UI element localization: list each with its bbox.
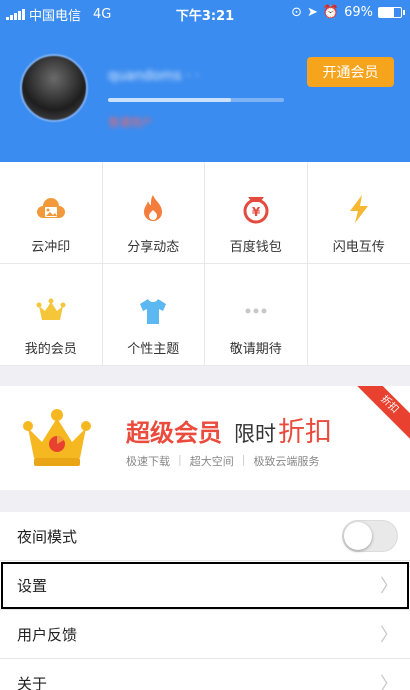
- level-progress-bar: [108, 98, 284, 102]
- grid-item-share-feed[interactable]: 分享动态: [102, 162, 205, 264]
- grid-item-cloud-print[interactable]: 云冲印: [0, 162, 103, 264]
- grid-item-label: 云冲印: [31, 240, 71, 255]
- grid-empty-cell: [307, 264, 410, 366]
- banner-title-mid: 限时: [234, 422, 276, 446]
- settings-list: 夜间模式 设置 〉 用户反馈 〉 关于 〉: [0, 512, 410, 690]
- wallet-icon: ¥: [239, 192, 273, 226]
- lightning-icon: [342, 192, 376, 226]
- open-vip-button[interactable]: 开通会员: [307, 57, 394, 87]
- discount-corner-tag: 折扣: [352, 386, 410, 442]
- night-mode-toggle[interactable]: [342, 520, 398, 552]
- feedback-label: 用户反馈: [17, 625, 78, 644]
- banner-feature: 极速下载: [126, 455, 170, 468]
- grid-item-label: 我的会员: [24, 342, 77, 357]
- chevron-right-icon: 〉: [380, 576, 398, 597]
- chevron-right-icon: 〉: [380, 674, 398, 690]
- feedback-row[interactable]: 用户反馈 〉: [0, 610, 410, 659]
- night-mode-row: 夜间模式: [0, 512, 410, 561]
- grid-item-baidu-wallet[interactable]: ¥ 百度钱包: [205, 162, 308, 264]
- settings-row[interactable]: 设置 〉: [0, 561, 410, 610]
- status-bar: 中国电信 4G 下午3:21 ⊙ ➤ ⏰ 69%: [0, 0, 410, 26]
- about-row[interactable]: 关于 〉: [0, 659, 410, 690]
- grid-item-flash-transfer[interactable]: 闪电互传: [307, 162, 410, 264]
- grid-item-label: 百度钱包: [229, 240, 282, 255]
- banner-title-bold: 超级会员: [126, 419, 222, 447]
- grid-item-label: 分享动态: [127, 240, 180, 255]
- rotation-lock-icon: ⊙: [291, 5, 302, 20]
- divider: |: [241, 453, 246, 466]
- avatar[interactable]: [20, 54, 88, 122]
- flame-icon: [136, 192, 170, 226]
- crown-icon: [22, 406, 92, 476]
- divider: |: [178, 453, 182, 466]
- alarm-icon: ⏰: [322, 5, 340, 20]
- member-status: 普通用户: [108, 116, 152, 129]
- banner-feature: 超大空间: [189, 455, 234, 468]
- banner-title-big: 折扣: [278, 417, 332, 448]
- location-icon: ➤: [307, 5, 318, 20]
- battery-percent: 69%: [344, 5, 373, 20]
- svg-text:¥: ¥: [252, 205, 261, 219]
- chevron-right-icon: 〉: [380, 625, 398, 646]
- tshirt-icon: [136, 294, 170, 328]
- grid-item-theme[interactable]: 个性主题: [102, 264, 205, 366]
- grid-item-label: 个性主题: [127, 342, 180, 357]
- more-dots-icon: [239, 294, 273, 328]
- feature-grid: 云冲印 分享动态 ¥ 百度钱包 闪电互传 我的会员 个性主题 敬请期待: [0, 162, 410, 366]
- night-mode-label: 夜间模式: [17, 527, 78, 546]
- grid-item-my-vip[interactable]: 我的会员: [0, 264, 103, 366]
- battery-icon: [378, 7, 405, 18]
- grid-item-label: 敬请期待: [229, 342, 282, 357]
- grid-item-label: 闪电互传: [332, 240, 385, 255]
- settings-label: 设置: [17, 576, 48, 595]
- grid-item-coming-soon[interactable]: 敬请期待: [205, 264, 308, 366]
- toggle-knob: [344, 522, 372, 550]
- vip-promo-banner[interactable]: 超级会员 限时 折扣 极速下载 | 超大空间 | 极致云端服务 折扣: [0, 386, 410, 490]
- cloud-print-icon: [34, 192, 68, 226]
- username: quandoms · ·: [108, 68, 200, 84]
- crown-icon: [34, 294, 68, 328]
- about-label: 关于: [17, 674, 48, 690]
- banner-feature: 极致云端服务: [253, 455, 320, 468]
- profile-header: quandoms · · 普通用户 开通会员: [0, 26, 410, 162]
